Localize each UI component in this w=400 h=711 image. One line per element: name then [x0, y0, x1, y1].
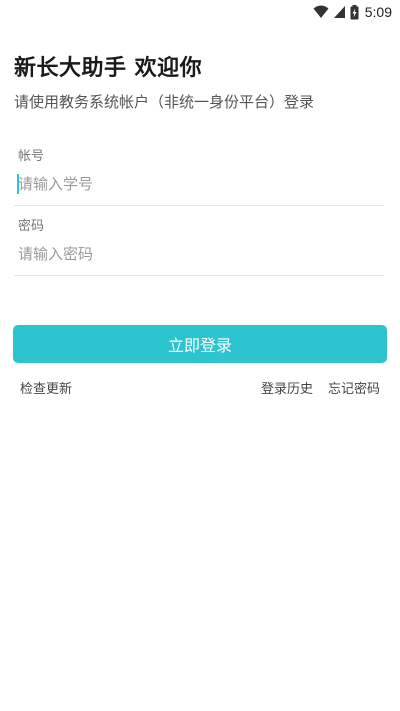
username-input[interactable] — [18, 171, 378, 197]
password-field: 密码 — [14, 215, 384, 276]
status-icons: 5:09 — [313, 2, 392, 22]
login-history-link[interactable]: 登录历史 — [261, 378, 313, 397]
text-cursor — [17, 174, 19, 194]
wifi-icon — [313, 5, 329, 19]
forgot-password-link[interactable]: 忘记密码 — [328, 378, 380, 397]
username-field: 帐号 — [14, 145, 384, 206]
login-button[interactable]: 立即登录 — [13, 325, 387, 363]
password-label: 密码 — [18, 219, 45, 234]
page-title: 新长大助手 欢迎你 — [14, 56, 203, 81]
username-label: 帐号 — [18, 149, 45, 164]
status-time: 5:09 — [364, 4, 392, 20]
cellular-signal-icon — [333, 5, 346, 19]
page-subtitle: 请使用教务系统帐户（非统一身份平台）登录 — [14, 93, 315, 111]
battery-charging-icon — [350, 4, 359, 20]
check-update-link[interactable]: 检查更新 — [20, 378, 72, 397]
login-screen: 5:09 新长大助手 欢迎你 请使用教务系统帐户（非统一身份平台）登录 帐号 密… — [0, 0, 400, 711]
status-bar: 5:09 — [0, 0, 400, 24]
password-input[interactable] — [18, 241, 378, 267]
